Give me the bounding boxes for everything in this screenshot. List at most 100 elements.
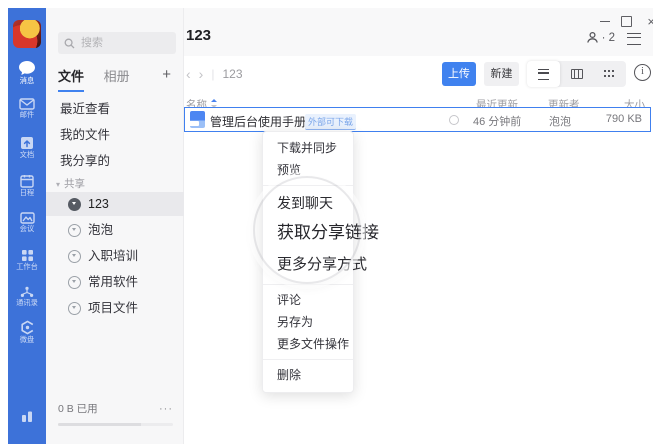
sidebar-item-shared-software[interactable]: 常用软件	[46, 270, 184, 294]
new-button[interactable]: 新建	[484, 62, 519, 86]
storage-progress-bar	[58, 423, 173, 426]
sidebar-item-shared-onboarding[interactable]: 入职培训	[46, 244, 184, 268]
sidebar-tabs: 文件 相册 +	[58, 66, 173, 90]
breadcrumb[interactable]: 123	[222, 67, 242, 81]
toolbar: ‹ › | 123 上传 新建 i	[184, 56, 653, 92]
shared-space-icon	[68, 302, 81, 315]
members-count: · 2	[602, 32, 615, 44]
contacts-tree-icon	[8, 286, 46, 298]
sidebar-item-shared-123[interactable]: 123	[46, 192, 184, 216]
calendar-icon	[8, 174, 46, 188]
workbench-grid-icon	[8, 249, 46, 262]
context-menu: 下载并同步 预览 发到聊天 获取分享链接 更多分享方式 评论 另存为 更多文件操…	[262, 131, 354, 393]
back-button[interactable]: ‹	[186, 66, 191, 82]
menu-item-comment[interactable]: 评论	[263, 289, 353, 311]
rail-item-messages[interactable]: 消息	[8, 60, 46, 86]
doc-upload-icon	[8, 136, 46, 150]
maximize-button[interactable]	[621, 16, 632, 27]
mail-icon	[8, 98, 46, 110]
breadcrumb-separator: |	[211, 67, 214, 81]
drive-icon	[8, 320, 46, 335]
person-icon	[586, 31, 599, 44]
tab-albums[interactable]: 相册	[104, 66, 130, 90]
menu-item-more-file-actions[interactable]: 更多文件操作›	[263, 333, 353, 355]
shared-section-header[interactable]: ▾共享	[56, 176, 85, 191]
rail-item-mail[interactable]: 邮件	[8, 98, 46, 120]
rail-item-docs[interactable]: 文档	[8, 136, 46, 160]
grid-view-icon	[604, 70, 615, 78]
tab-files[interactable]: 文件	[58, 66, 84, 92]
pdf-file-icon	[190, 111, 205, 128]
sidebar-item-shared-paopao[interactable]: 泡泡	[46, 218, 184, 242]
rail-item-drive[interactable]: 微盘	[8, 320, 46, 345]
menu-item-more-share-options[interactable]: 更多分享方式	[263, 250, 353, 280]
submenu-arrow-icon: ›	[341, 333, 345, 355]
rail-label: 文档	[10, 151, 44, 160]
storage-more-button[interactable]: ···	[159, 403, 173, 415]
add-button[interactable]: +	[162, 66, 171, 84]
chat-bubble-icon	[8, 60, 46, 76]
rail-label: 消息	[10, 77, 44, 86]
grid-view-button[interactable]	[593, 61, 626, 87]
menu-item-preview[interactable]: 预览	[263, 159, 353, 181]
search-icon	[64, 38, 75, 49]
view-switcher	[527, 61, 626, 87]
list-view-icon	[538, 69, 549, 80]
sync-status-icon	[449, 115, 459, 125]
sidebar-item-shared-projects[interactable]: 项目文件	[46, 296, 184, 320]
menu-item-download-sync[interactable]: 下载并同步	[263, 137, 353, 159]
forward-button[interactable]: ›	[199, 66, 204, 82]
search-input[interactable]	[79, 36, 173, 50]
drive-sidebar: 文件 相册 + 最近查看 我的文件 我分享的 ▾共享 123 泡泡 入职培训 常…	[46, 8, 184, 444]
storage-usage: 0 B 已用 ···	[58, 401, 173, 426]
sidebar-item-my-files[interactable]: 我的文件	[46, 122, 184, 148]
menu-item-delete[interactable]: 删除	[263, 364, 353, 386]
external-download-badge: 外部可下载	[305, 114, 356, 130]
main-header-area	[184, 8, 653, 56]
bar-chart-icon	[8, 410, 46, 423]
shared-space-icon	[68, 250, 81, 263]
shared-space-icon	[68, 224, 81, 237]
app-rail: 消息 邮件 文档 日程 会议	[8, 8, 46, 444]
rail-item-contacts[interactable]: 通讯录	[8, 286, 46, 308]
storage-used-label: 0 B 已用	[58, 401, 98, 416]
sidebar-item-recent[interactable]: 最近查看	[46, 96, 184, 122]
sidebar-item-my-shares[interactable]: 我分享的	[46, 148, 184, 174]
search-box[interactable]	[58, 32, 176, 54]
user-avatar[interactable]	[13, 20, 41, 48]
rail-label: 通讯录	[10, 299, 44, 308]
meeting-icon	[8, 212, 46, 224]
shared-space-icon	[68, 198, 81, 211]
rail-item-calendar[interactable]: 日程	[8, 174, 46, 198]
menu-item-send-to-chat[interactable]: 发到聊天	[263, 190, 353, 216]
menu-divider	[263, 185, 353, 186]
menu-item-get-share-link[interactable]: 获取分享链接	[263, 216, 353, 250]
list-view-button[interactable]	[527, 61, 560, 87]
rail-label: 工作台	[10, 263, 44, 272]
chevron-down-icon: ▾	[56, 180, 60, 189]
file-updater: 泡泡	[549, 113, 571, 129]
rail-item-stats[interactable]	[8, 410, 46, 423]
rail-item-workbench[interactable]: 工作台	[8, 249, 46, 272]
hamburger-icon[interactable]	[627, 33, 641, 45]
upload-button[interactable]: 上传	[442, 62, 476, 86]
menu-divider	[263, 359, 353, 360]
file-updated-time: 46 分钟前	[473, 113, 521, 129]
page-title: 123	[186, 27, 211, 44]
info-button[interactable]: i	[634, 64, 651, 81]
members-button[interactable]: · 2	[586, 31, 615, 44]
rail-item-meeting[interactable]: 会议	[8, 212, 46, 234]
close-button[interactable]: ×	[647, 15, 653, 28]
file-row[interactable]: 管理后台使用手册.pdf 外部可下载 46 分钟前 泡泡 790 KB	[184, 107, 651, 132]
menu-item-save-as[interactable]: 另存为	[263, 311, 353, 333]
rail-label: 微盘	[10, 336, 44, 345]
menu-divider	[263, 284, 353, 285]
columns-view-icon	[571, 69, 583, 79]
minimize-button[interactable]	[600, 21, 610, 22]
shared-space-icon	[68, 276, 81, 289]
columns-view-button[interactable]	[560, 61, 593, 87]
rail-label: 日程	[10, 189, 44, 198]
rail-label: 会议	[10, 225, 44, 234]
file-size: 790 KB	[606, 113, 642, 125]
rail-label: 邮件	[10, 111, 44, 120]
